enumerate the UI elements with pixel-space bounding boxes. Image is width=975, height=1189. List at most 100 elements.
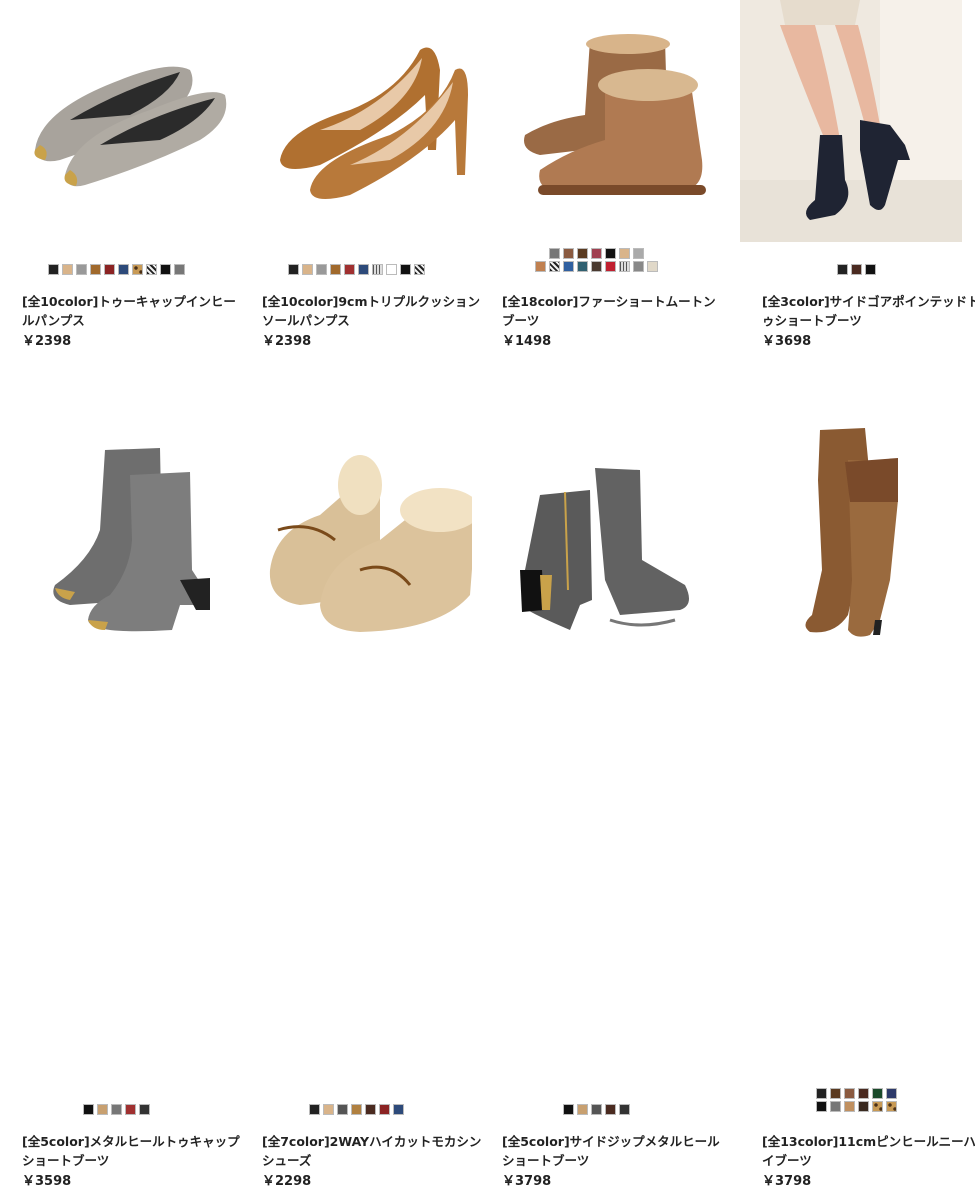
color-swatch[interactable] bbox=[829, 1088, 841, 1099]
product-image[interactable] bbox=[240, 420, 472, 662]
product-card[interactable]: [全13color]11cmピンヒールニーハイブーツ ￥3798 bbox=[740, 420, 975, 1189]
color-swatch[interactable] bbox=[857, 1088, 869, 1099]
color-swatch[interactable] bbox=[632, 248, 644, 259]
color-swatch[interactable] bbox=[829, 1101, 841, 1112]
color-swatch[interactable] bbox=[534, 261, 546, 272]
color-swatch[interactable] bbox=[103, 264, 115, 275]
color-swatch[interactable] bbox=[590, 1104, 602, 1115]
color-swatch[interactable] bbox=[378, 1104, 390, 1115]
color-swatch[interactable] bbox=[548, 248, 560, 259]
product-card[interactable]: [全5color]サイドジップメタルヒールショートブーツ ￥3798 bbox=[480, 420, 720, 1189]
color-swatch[interactable] bbox=[322, 1104, 334, 1115]
color-swatch[interactable] bbox=[590, 261, 602, 272]
product-title[interactable]: [全18color]ファーショートムートンブーツ bbox=[502, 292, 724, 330]
color-swatch[interactable] bbox=[618, 261, 630, 272]
color-swatch[interactable] bbox=[399, 264, 411, 275]
color-swatch[interactable] bbox=[590, 248, 602, 259]
color-swatch[interactable] bbox=[604, 248, 616, 259]
product-image[interactable] bbox=[0, 0, 232, 242]
product-card[interactable]: [全7color]2WAYハイカットモカシンシューズ ￥2298 bbox=[240, 420, 481, 1189]
color-swatch[interactable] bbox=[117, 264, 129, 275]
color-swatch[interactable] bbox=[857, 1101, 869, 1112]
color-swatch[interactable] bbox=[308, 1104, 320, 1115]
color-swatch[interactable] bbox=[329, 264, 341, 275]
color-swatch[interactable] bbox=[604, 261, 616, 272]
color-swatch[interactable] bbox=[145, 264, 157, 275]
color-swatch[interactable] bbox=[843, 1101, 855, 1112]
color-swatch[interactable] bbox=[632, 261, 644, 272]
color-swatch[interactable] bbox=[110, 1104, 122, 1115]
color-swatch[interactable] bbox=[885, 1101, 897, 1112]
product-image[interactable] bbox=[480, 0, 712, 242]
product-title[interactable]: [全3color]サイドゴアポインテッドトゥショートブーツ bbox=[762, 292, 975, 330]
product-price: ￥3798 bbox=[762, 1174, 812, 1189]
product-price: ￥2298 bbox=[262, 1174, 312, 1189]
color-swatch[interactable] bbox=[385, 264, 397, 275]
product-price: ￥3798 bbox=[502, 1174, 552, 1189]
color-swatch[interactable] bbox=[315, 264, 327, 275]
color-swatches bbox=[240, 264, 472, 275]
product-card[interactable]: [全3color]サイドゴアポインテッドトゥショートブーツ ￥3698 bbox=[740, 0, 975, 370]
color-swatch[interactable] bbox=[562, 248, 574, 259]
color-swatch[interactable] bbox=[364, 1104, 376, 1115]
color-swatch[interactable] bbox=[576, 1104, 588, 1115]
color-swatch[interactable] bbox=[343, 264, 355, 275]
color-swatch[interactable] bbox=[287, 264, 299, 275]
color-swatch[interactable] bbox=[864, 264, 876, 275]
color-swatch[interactable] bbox=[173, 264, 185, 275]
color-swatch[interactable] bbox=[350, 1104, 362, 1115]
product-image[interactable] bbox=[480, 420, 712, 662]
color-swatch[interactable] bbox=[885, 1088, 897, 1099]
product-title[interactable]: [全13color]11cmピンヒールニーハイブーツ bbox=[762, 1132, 975, 1170]
color-swatch[interactable] bbox=[392, 1104, 404, 1115]
color-swatch[interactable] bbox=[618, 248, 630, 259]
product-card[interactable]: [全10color]9cmトリプルクッションソールパンプス ￥2398 bbox=[240, 0, 480, 370]
color-swatch[interactable] bbox=[413, 264, 425, 275]
color-swatch[interactable] bbox=[618, 1104, 630, 1115]
product-title[interactable]: [全10color]トゥーキャップインヒールパンプス bbox=[22, 292, 244, 330]
color-swatch[interactable] bbox=[548, 261, 560, 272]
product-image[interactable] bbox=[740, 0, 962, 242]
color-swatch[interactable] bbox=[562, 1104, 574, 1115]
color-swatch[interactable] bbox=[871, 1101, 883, 1112]
color-swatch[interactable] bbox=[75, 264, 87, 275]
product-title[interactable]: [全7color]2WAYハイカットモカシンシューズ bbox=[262, 1132, 484, 1170]
color-swatch[interactable] bbox=[836, 264, 848, 275]
product-price: ￥2398 bbox=[262, 334, 312, 349]
product-title[interactable]: [全5color]サイドジップメタルヒールショートブーツ bbox=[502, 1132, 724, 1170]
color-swatch[interactable] bbox=[815, 1101, 827, 1112]
color-swatch[interactable] bbox=[871, 1088, 883, 1099]
product-image[interactable] bbox=[740, 420, 962, 662]
color-swatches bbox=[740, 1088, 972, 1112]
color-swatch[interactable] bbox=[604, 1104, 616, 1115]
color-swatch[interactable] bbox=[159, 264, 171, 275]
color-swatch[interactable] bbox=[131, 264, 143, 275]
color-swatch[interactable] bbox=[850, 264, 862, 275]
color-swatch[interactable] bbox=[301, 264, 313, 275]
product-title[interactable]: [全10color]9cmトリプルクッションソールパンプス bbox=[262, 292, 484, 330]
swatch-row bbox=[287, 264, 425, 275]
color-swatch[interactable] bbox=[336, 1104, 348, 1115]
color-swatch[interactable] bbox=[562, 261, 574, 272]
color-swatch[interactable] bbox=[843, 1088, 855, 1099]
color-swatch[interactable] bbox=[124, 1104, 136, 1115]
color-swatch[interactable] bbox=[89, 264, 101, 275]
product-card[interactable]: [全5color]メタルヒールトゥキャップショートブーツ ￥3598 bbox=[0, 420, 240, 1189]
swatch-row bbox=[47, 264, 185, 275]
color-swatch[interactable] bbox=[576, 248, 588, 259]
color-swatch[interactable] bbox=[371, 264, 383, 275]
color-swatch[interactable] bbox=[138, 1104, 150, 1115]
color-swatch[interactable] bbox=[61, 264, 73, 275]
color-swatch[interactable] bbox=[646, 261, 658, 272]
color-swatch[interactable] bbox=[815, 1088, 827, 1099]
product-image[interactable] bbox=[0, 420, 232, 662]
product-card[interactable]: [全10color]トゥーキャップインヒールパンプス ￥2398 bbox=[0, 0, 236, 370]
product-card[interactable]: [全18color]ファーショートムートンブーツ ￥1498 bbox=[480, 0, 716, 370]
color-swatch[interactable] bbox=[82, 1104, 94, 1115]
color-swatch[interactable] bbox=[576, 261, 588, 272]
product-title[interactable]: [全5color]メタルヒールトゥキャップショートブーツ bbox=[22, 1132, 244, 1170]
color-swatch[interactable] bbox=[47, 264, 59, 275]
product-image[interactable] bbox=[240, 0, 472, 242]
color-swatch[interactable] bbox=[96, 1104, 108, 1115]
color-swatch[interactable] bbox=[357, 264, 369, 275]
